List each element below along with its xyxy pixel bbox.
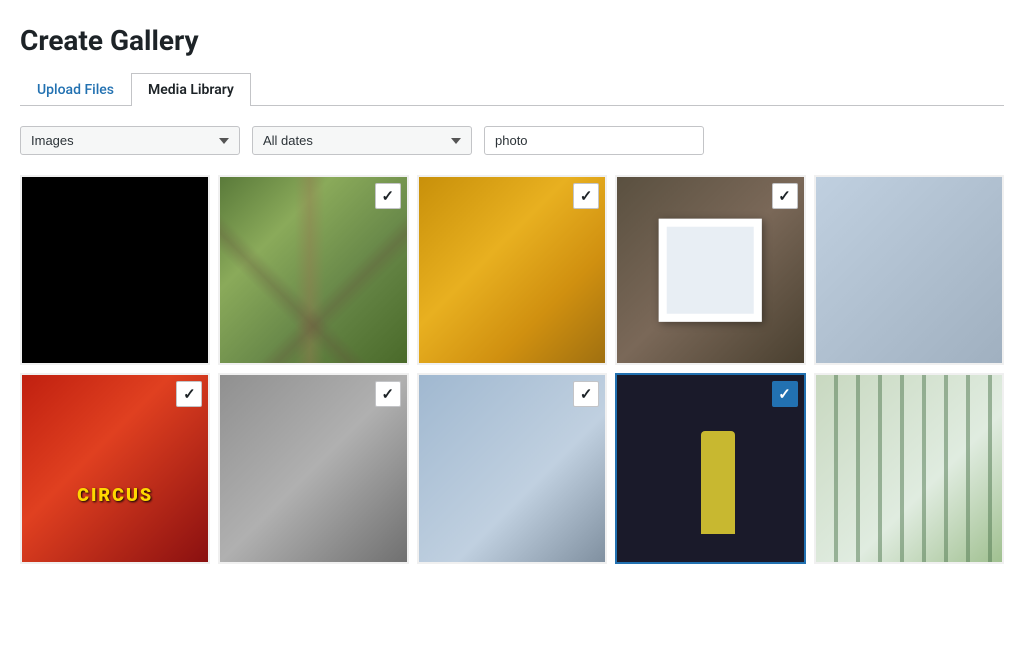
gallery-item-3[interactable]: ✓ — [417, 175, 607, 365]
check-badge-4: ✓ — [772, 183, 798, 209]
search-input[interactable] — [484, 126, 704, 155]
checkmark-icon-9: ✓ — [778, 387, 791, 402]
type-filter[interactable]: ImagesAudioVideo — [20, 126, 240, 155]
gallery-grid: ✓ ✓ ✓ CIRCUS ✓ ✓ — [20, 175, 1004, 564]
page-title: Create Gallery — [20, 24, 1004, 57]
checkmark-icon-2: ✓ — [382, 189, 395, 204]
gallery-item-4[interactable]: ✓ — [615, 175, 805, 365]
gallery-item-9[interactable]: ✓ — [615, 373, 805, 563]
checkmark-icon-6: ✓ — [183, 387, 196, 402]
gallery-item-1[interactable] — [20, 175, 210, 365]
date-filter[interactable]: All datesJanuary 2024February 2024 — [252, 126, 472, 155]
check-badge-3: ✓ — [573, 183, 599, 209]
gallery-item-7[interactable]: ✓ — [218, 373, 408, 563]
checkmark-icon-7: ✓ — [382, 387, 395, 402]
check-badge-6: ✓ — [176, 381, 202, 407]
checkmark-icon-4: ✓ — [778, 189, 791, 204]
gallery-item-2[interactable]: ✓ — [218, 175, 408, 365]
circus-text: CIRCUS — [77, 485, 153, 506]
checkmark-icon-3: ✓ — [580, 189, 593, 204]
check-badge-7: ✓ — [375, 381, 401, 407]
check-badge-9: ✓ — [772, 381, 798, 407]
gallery-item-5[interactable] — [814, 175, 1004, 365]
check-badge-2: ✓ — [375, 183, 401, 209]
filters-bar: ImagesAudioVideo All datesJanuary 2024Fe… — [20, 126, 1004, 155]
check-badge-8: ✓ — [573, 381, 599, 407]
tab-media-library[interactable]: Media Library — [131, 73, 251, 106]
checkmark-icon-8: ✓ — [580, 387, 593, 402]
gallery-item-6[interactable]: CIRCUS ✓ — [20, 373, 210, 563]
tab-upload[interactable]: Upload Files — [20, 73, 131, 106]
gallery-item-10[interactable] — [814, 373, 1004, 563]
tab-bar: Upload Files Media Library — [20, 73, 1004, 106]
gallery-item-8[interactable]: ✓ — [417, 373, 607, 563]
